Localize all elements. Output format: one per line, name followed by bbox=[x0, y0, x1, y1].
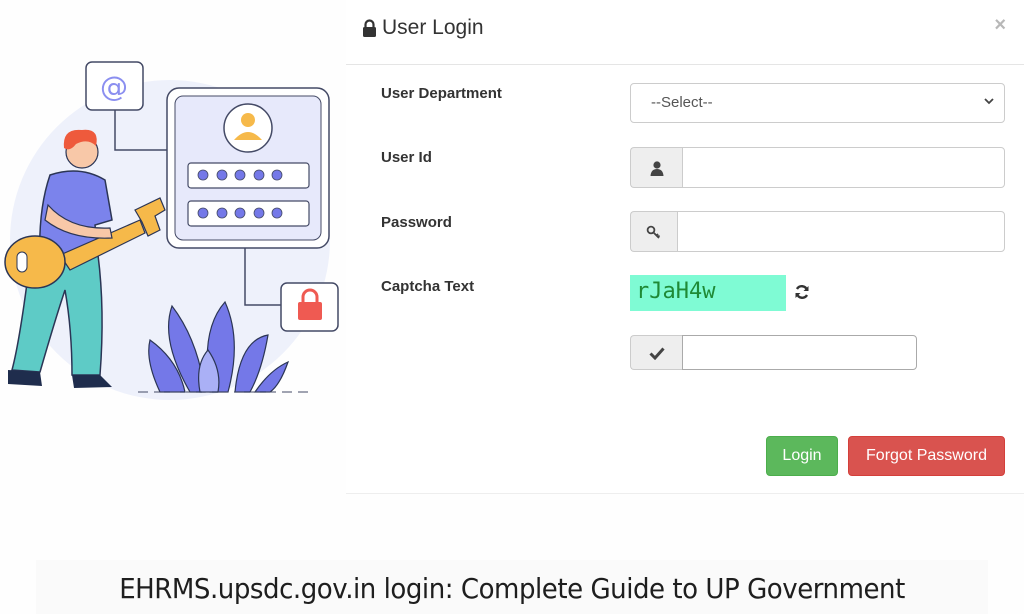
lock-icon bbox=[363, 19, 376, 37]
forgot-password-button[interactable]: Forgot Password bbox=[848, 436, 1005, 476]
password-addon bbox=[630, 211, 677, 252]
padlock-icon bbox=[280, 282, 339, 332]
login-card-icon bbox=[166, 87, 330, 249]
svg-text:@: @ bbox=[100, 70, 128, 103]
user-id-group bbox=[630, 147, 1005, 188]
close-icon[interactable]: × bbox=[994, 14, 1006, 37]
user-icon bbox=[650, 160, 663, 176]
password-group bbox=[630, 211, 1005, 252]
user-id-input[interactable] bbox=[682, 147, 1005, 188]
captcha-input-group bbox=[630, 335, 917, 370]
captcha-addon bbox=[630, 335, 682, 370]
key-icon bbox=[646, 225, 661, 239]
refresh-icon[interactable] bbox=[793, 283, 811, 301]
user-id-addon bbox=[630, 147, 682, 188]
department-select[interactable]: --Select-- bbox=[630, 83, 1005, 123]
at-sign-icon: @ bbox=[85, 61, 144, 111]
password-input[interactable] bbox=[677, 211, 1005, 252]
password-label: Password bbox=[381, 214, 452, 231]
check-icon bbox=[648, 346, 665, 360]
captcha-label: Captcha Text bbox=[381, 278, 475, 295]
modal-header: User Login × bbox=[346, 0, 1024, 65]
modal-title: User Login bbox=[362, 16, 484, 40]
login-modal: User Login × User Department --Select-- … bbox=[346, 0, 1024, 494]
login-illustration: @ bbox=[4, 61, 339, 400]
page: @ User Login × User Department --Select-… bbox=[0, 0, 1024, 614]
article-caption: EHRMS.upsdc.gov.in login: Complete Guide… bbox=[35, 560, 989, 614]
login-button[interactable]: Login bbox=[766, 436, 838, 476]
department-label: User Department bbox=[381, 85, 502, 102]
user-id-label: User Id bbox=[381, 149, 432, 166]
chevron-down-icon bbox=[984, 98, 994, 105]
department-selected-value: --Select-- bbox=[651, 94, 713, 111]
captcha-image: rJaH4w bbox=[630, 275, 786, 311]
captcha-input[interactable] bbox=[682, 335, 917, 370]
modal-title-text: User Login bbox=[382, 16, 484, 39]
